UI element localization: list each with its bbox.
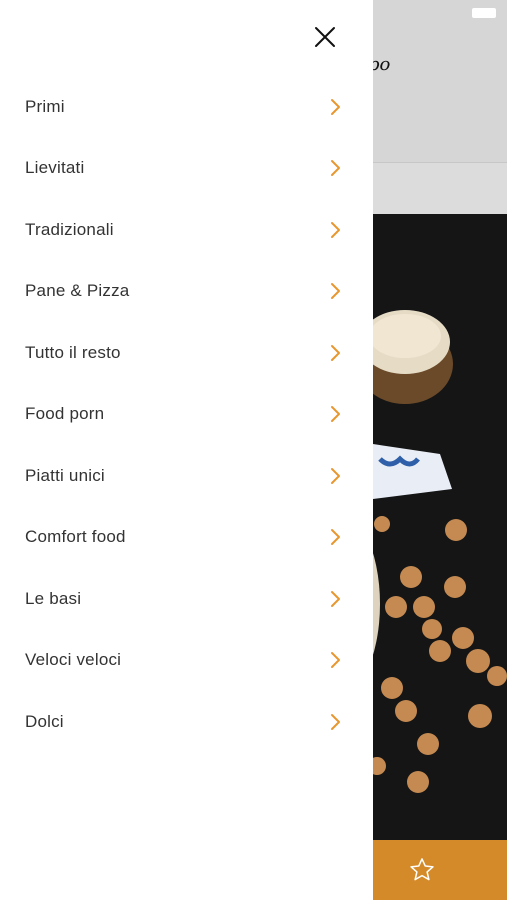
menu-item-label: Primi bbox=[25, 96, 65, 116]
menu-item-label: Comfort food bbox=[25, 527, 126, 547]
chevron-right-icon bbox=[328, 158, 344, 178]
close-button[interactable] bbox=[308, 20, 342, 54]
chevron-right-icon bbox=[328, 650, 344, 670]
chevron-right-icon bbox=[328, 97, 344, 117]
favorite-button[interactable] bbox=[404, 852, 440, 888]
menu-item[interactable]: Primi bbox=[0, 76, 373, 138]
menu-item[interactable]: Piatti unici bbox=[0, 445, 373, 507]
chevron-right-icon bbox=[328, 466, 344, 486]
star-icon bbox=[410, 858, 434, 881]
menu-item[interactable]: Veloci veloci bbox=[0, 630, 373, 692]
menu-item[interactable]: Food porn bbox=[0, 384, 373, 446]
menu-item[interactable]: Lievitati bbox=[0, 138, 373, 200]
chevron-right-icon bbox=[328, 220, 344, 240]
chevron-right-icon bbox=[328, 343, 344, 363]
chevron-right-icon bbox=[328, 404, 344, 424]
menu-item-label: Piatti unici bbox=[25, 465, 105, 485]
category-menu: Primi Lievitati Tradizionali Pane & Pizza Tu… bbox=[0, 76, 373, 753]
menu-item[interactable]: Tutto il resto bbox=[0, 322, 373, 384]
menu-item-label: Food porn bbox=[25, 404, 105, 424]
menu-item-label: Lievitati bbox=[25, 158, 85, 178]
menu-item[interactable]: Le basi bbox=[0, 568, 373, 630]
chevron-right-icon bbox=[328, 712, 344, 732]
menu-item[interactable]: Dolci bbox=[0, 691, 373, 753]
menu-item[interactable]: Pane & Pizza bbox=[0, 261, 373, 323]
chevron-right-icon bbox=[328, 527, 344, 547]
menu-item[interactable]: Tradizionali bbox=[0, 199, 373, 261]
close-icon bbox=[315, 27, 335, 47]
chevron-right-icon bbox=[328, 589, 344, 609]
menu-item-label: Tradizionali bbox=[25, 219, 114, 239]
chevron-right-icon bbox=[328, 281, 344, 301]
menu-item-label: Dolci bbox=[25, 711, 64, 731]
side-drawer: Primi Lievitati Tradizionali Pane & Pizza Tu… bbox=[0, 0, 373, 900]
menu-item-label: Pane & Pizza bbox=[25, 281, 130, 301]
menu-item-label: Veloci veloci bbox=[25, 650, 122, 670]
menu-item-label: Le basi bbox=[25, 588, 82, 608]
battery-icon bbox=[472, 8, 496, 18]
menu-item[interactable]: Comfort food bbox=[0, 507, 373, 569]
menu-item-label: Tutto il resto bbox=[25, 342, 121, 362]
